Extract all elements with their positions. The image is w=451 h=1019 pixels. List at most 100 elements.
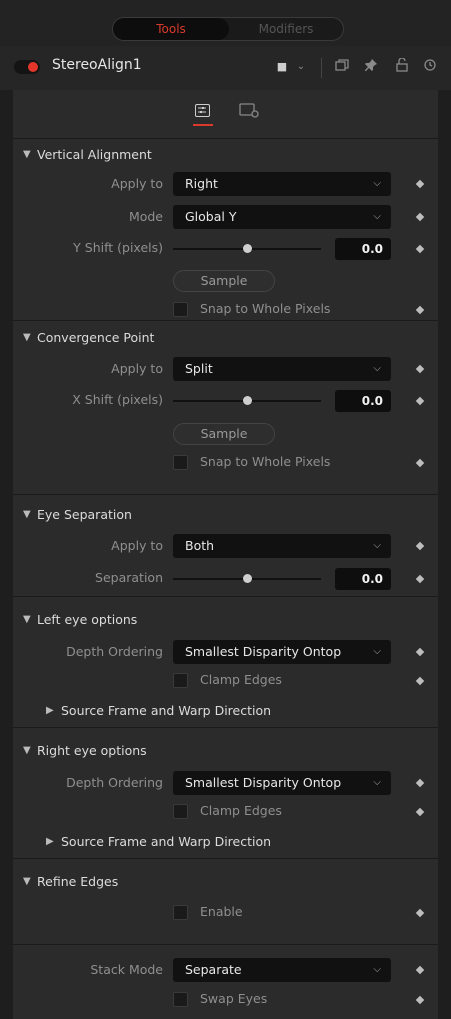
depth-ordering-label: Depth Ordering (66, 644, 163, 659)
section-refine-edges: ▼ Refine Edges Enable (13, 859, 438, 945)
keyframe-icon[interactable] (415, 541, 425, 551)
section-left-eye-options: ▼ Left eye options Depth Ordering Smalle… (13, 597, 438, 728)
subsection-title[interactable]: Source Frame and Warp Direction (61, 703, 271, 718)
copy-icon[interactable] (333, 58, 351, 76)
chevron-right-icon[interactable]: ▶ (46, 705, 54, 716)
keyframe-icon[interactable] (415, 244, 425, 254)
settings-tab[interactable] (239, 102, 259, 120)
apply-to-dropdown[interactable]: Both ⌵ (173, 534, 391, 558)
chevron-down-icon[interactable]: ▼ (23, 614, 31, 625)
section-title[interactable]: Refine Edges (37, 874, 118, 889)
lock-icon[interactable] (393, 57, 411, 76)
controls-tab[interactable] (193, 102, 213, 126)
section-eye-separation: ▼ Eye Separation Apply to Both ⌵ Separati… (13, 495, 438, 597)
settings-gear-icon (239, 103, 259, 118)
tab-tools[interactable]: Tools (113, 18, 229, 40)
keyframe-icon[interactable] (415, 179, 425, 189)
toggle-dot (28, 62, 38, 72)
keyframe-icon[interactable] (415, 778, 425, 788)
separation-label: Separation (95, 570, 163, 585)
swap-eyes-checkbox[interactable] (173, 992, 188, 1007)
chevron-down-icon[interactable]: ▼ (23, 745, 31, 756)
chevron-down-icon[interactable]: ⌄ (292, 58, 310, 76)
section-title[interactable]: Vertical Alignment (37, 147, 152, 162)
keyframe-icon[interactable] (415, 396, 425, 406)
clamp-edges-label: Clamp Edges (200, 803, 282, 818)
chevron-right-icon[interactable]: ▶ (46, 836, 54, 847)
tool-header: StereoAlign1 ■ ⌄ (0, 46, 451, 90)
clamp-edges-label: Clamp Edges (200, 672, 282, 687)
depth-ordering-dropdown[interactable]: Smallest Disparity Ontop ⌵ (173, 640, 391, 664)
keyframe-icon[interactable] (415, 305, 425, 315)
keyframe-icon[interactable] (415, 965, 425, 975)
keyframe-icon[interactable] (415, 458, 425, 468)
inspector-panel: ▼ Vertical Alignment Apply to Right ⌵ Mod… (13, 90, 438, 1019)
separation-input[interactable]: 0.0 (335, 568, 391, 590)
sample-button[interactable]: Sample (173, 423, 275, 445)
section-title[interactable]: Convergence Point (37, 330, 154, 345)
sample-button[interactable]: Sample (173, 270, 275, 292)
section-vertical-alignment: ▼ Vertical Alignment Apply to Right ⌵ Mod… (13, 139, 438, 321)
slider-thumb[interactable] (243, 574, 252, 583)
tool-name: StereoAlign1 (52, 57, 142, 73)
sliders-icon (195, 104, 210, 117)
keyframe-icon[interactable] (415, 364, 425, 374)
pin-icon[interactable] (362, 58, 380, 76)
subsection-title[interactable]: Source Frame and Warp Direction (61, 834, 271, 849)
enable-checkbox[interactable] (173, 905, 188, 920)
snap-checkbox[interactable] (173, 302, 188, 317)
snap-label: Snap to Whole Pixels (200, 301, 331, 316)
y-shift-label: Y Shift (pixels) (73, 240, 163, 255)
color-swatch-icon[interactable]: ■ (273, 58, 291, 76)
clamp-edges-checkbox[interactable] (173, 673, 188, 688)
apply-to-dropdown[interactable]: Split ⌵ (173, 357, 391, 381)
x-shift-label: X Shift (pixels) (72, 392, 163, 407)
tool-enable-toggle[interactable] (14, 60, 40, 74)
top-bar: Tools Modifiers (0, 0, 451, 46)
clamp-edges-checkbox[interactable] (173, 804, 188, 819)
mode-dropdown[interactable]: Global Y ⌵ (173, 205, 391, 229)
dropdown-value: Smallest Disparity Ontop (185, 644, 342, 659)
depth-ordering-label: Depth Ordering (66, 775, 163, 790)
snap-checkbox[interactable] (173, 455, 188, 470)
chevron-down-icon: ⌵ (373, 964, 381, 975)
stack-mode-label: Stack Mode (90, 962, 163, 977)
chevron-down-icon[interactable]: ▼ (23, 876, 31, 887)
snap-label: Snap to Whole Pixels (200, 454, 331, 469)
chevron-down-icon[interactable]: ▼ (23, 509, 31, 520)
depth-ordering-dropdown[interactable]: Smallest Disparity Ontop ⌵ (173, 771, 391, 795)
dropdown-value: Split (185, 361, 213, 376)
apply-to-label: Apply to (111, 361, 163, 376)
dropdown-value: Both (185, 538, 215, 553)
keyframe-icon[interactable] (415, 647, 425, 657)
apply-to-label: Apply to (111, 538, 163, 553)
y-shift-input[interactable]: 0.0 (335, 238, 391, 260)
chevron-down-icon: ⌵ (373, 540, 381, 551)
chevron-down-icon[interactable]: ▼ (23, 149, 31, 160)
apply-to-label: Apply to (111, 176, 163, 191)
tools-modifiers-tabs: Tools Modifiers (112, 17, 344, 41)
keyframe-icon[interactable] (415, 676, 425, 686)
section-convergence-point: ▼ Convergence Point Apply to Split ⌵ X Sh… (13, 321, 438, 495)
chevron-down-icon: ⌵ (373, 211, 381, 222)
slider-thumb[interactable] (243, 244, 252, 253)
tab-modifiers[interactable]: Modifiers (229, 18, 343, 40)
chevron-down-icon: ⌵ (373, 777, 381, 788)
reset-icon[interactable] (421, 58, 439, 76)
slider-thumb[interactable] (243, 396, 252, 405)
header-divider (321, 58, 322, 78)
stack-mode-dropdown[interactable]: Separate ⌵ (173, 958, 391, 982)
section-title[interactable]: Right eye options (37, 743, 147, 758)
keyframe-icon[interactable] (415, 995, 425, 1005)
dropdown-value: Global Y (185, 209, 237, 224)
apply-to-dropdown[interactable]: Right ⌵ (173, 172, 391, 196)
section-title[interactable]: Left eye options (37, 612, 137, 627)
section-title[interactable]: Eye Separation (37, 507, 132, 522)
keyframe-icon[interactable] (415, 908, 425, 918)
keyframe-icon[interactable] (415, 212, 425, 222)
keyframe-icon[interactable] (415, 574, 425, 584)
chevron-down-icon[interactable]: ▼ (23, 332, 31, 343)
dropdown-value: Right (185, 176, 218, 191)
x-shift-input[interactable]: 0.0 (335, 390, 391, 412)
keyframe-icon[interactable] (415, 807, 425, 817)
